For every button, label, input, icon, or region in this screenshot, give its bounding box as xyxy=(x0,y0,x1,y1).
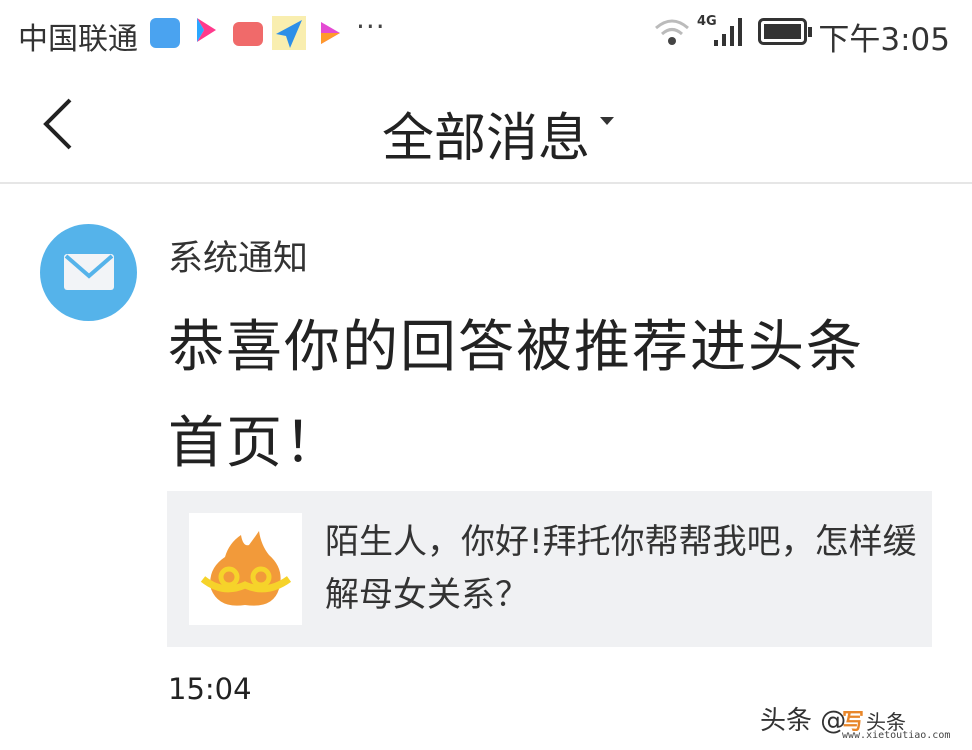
battery-icon xyxy=(758,18,812,45)
system-avatar xyxy=(40,224,137,321)
message-text: 恭喜你的回答被推荐进头条首页！ xyxy=(168,315,864,476)
wifi-icon xyxy=(655,19,689,45)
caret-down-icon[interactable] xyxy=(600,117,614,125)
wifi-hotspot-icon xyxy=(150,18,180,48)
more-notifications-icon: ··· xyxy=(356,10,386,43)
page-title[interactable]: 全部消息 xyxy=(0,96,972,171)
message-time: 15:04 xyxy=(168,672,252,706)
flame-logo-icon xyxy=(200,531,292,606)
watermark-url: www.xietoutiao.com xyxy=(842,730,951,741)
signal-icon xyxy=(714,18,742,46)
carrier-label: 中国联通 xyxy=(18,22,138,57)
question-thumbnail xyxy=(189,513,302,625)
envelope-icon xyxy=(64,254,114,290)
question-text: 陌生人，你好!拜托你帮帮我吧，怎样缓解母女关系？ xyxy=(325,522,917,615)
watermark-text: 头条 @ xyxy=(760,706,847,736)
status-bar: 中国联通 ··· 4G 下午3:05 xyxy=(0,0,972,70)
video-play-icon xyxy=(321,22,340,44)
page-title-label: 全部消息 xyxy=(381,109,590,169)
sender-name: 系统通知 xyxy=(168,239,309,279)
header-divider xyxy=(0,182,972,184)
toutiao-icon xyxy=(233,22,263,46)
paper-plane-icon xyxy=(272,16,306,50)
question-card[interactable]: 陌生人，你好!拜托你帮帮我吧，怎样缓解母女关系？ xyxy=(167,491,932,647)
clock: 下午3:05 xyxy=(818,22,950,58)
youku-icon xyxy=(197,18,216,42)
